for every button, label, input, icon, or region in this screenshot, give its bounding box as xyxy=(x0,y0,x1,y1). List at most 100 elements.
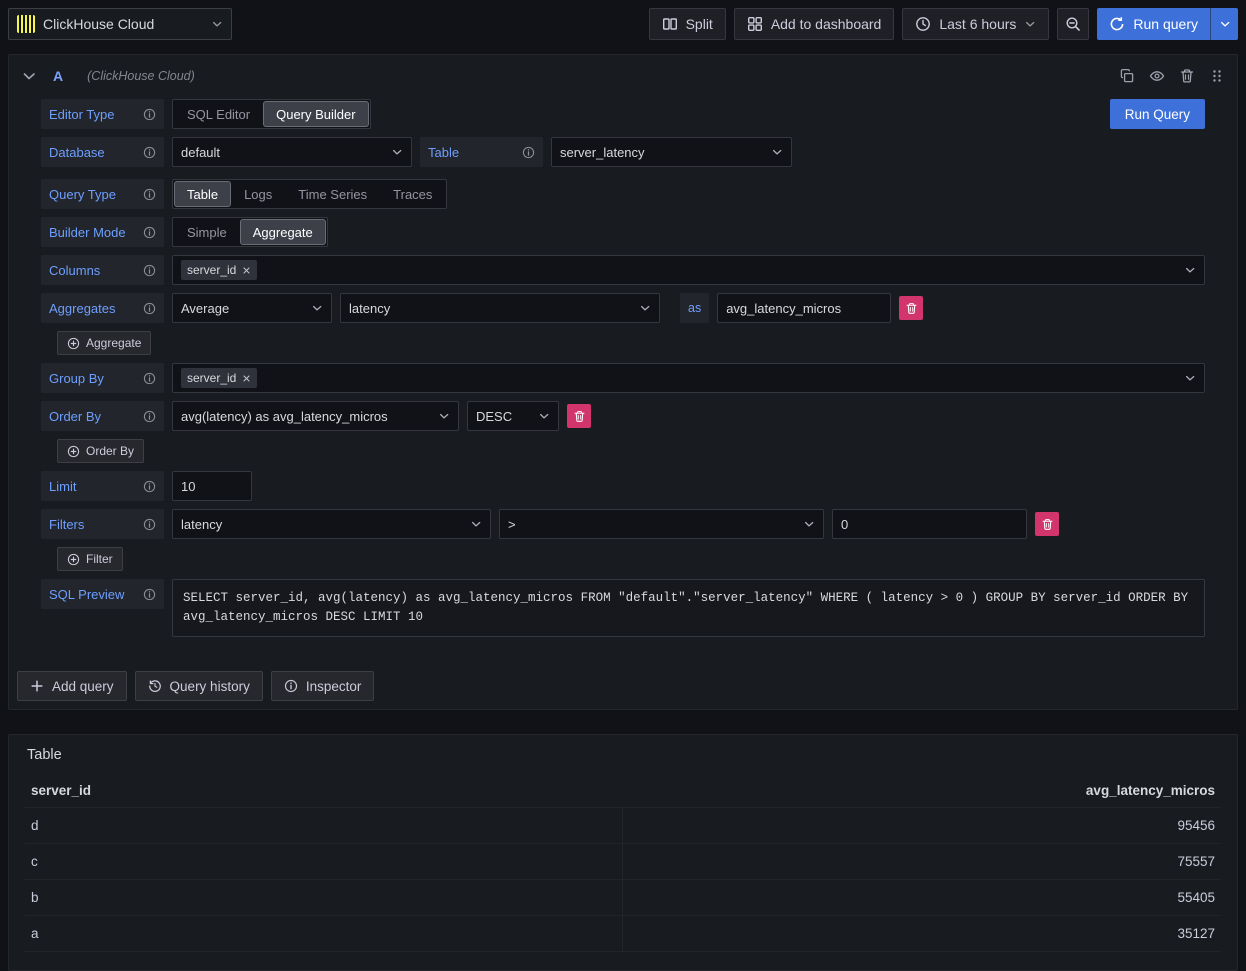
remove-tag-icon[interactable] xyxy=(242,374,251,383)
query-type-option-logs[interactable]: Logs xyxy=(232,182,284,206)
limit-label-text: Limit xyxy=(49,479,76,494)
aggregates-info-icon[interactable] xyxy=(143,302,156,315)
sync-icon xyxy=(1109,16,1125,32)
add-aggregate-label: Aggregate xyxy=(86,336,141,350)
group-by-label: Group By xyxy=(41,363,164,393)
table-info-icon[interactable] xyxy=(522,146,535,159)
run-query-split-button: Run query xyxy=(1097,8,1238,40)
panel-title: Table xyxy=(27,747,1221,763)
builder-mode-option-aggregate[interactable]: Aggregate xyxy=(241,220,325,244)
builder-mode-option-simple[interactable]: Simple xyxy=(175,220,239,244)
cell-avg-latency: 35127 xyxy=(623,916,1221,951)
query-type-info-icon[interactable] xyxy=(143,188,156,201)
time-range-picker[interactable]: Last 6 hours xyxy=(902,8,1049,40)
chevron-down-icon xyxy=(771,146,783,158)
remove-aggregate-button[interactable] xyxy=(899,296,923,320)
filter-operator-select[interactable]: > xyxy=(499,509,824,539)
table-row: c 75557 xyxy=(25,844,1221,880)
chevron-down-icon xyxy=(1184,264,1196,276)
add-order-by-button[interactable]: Order By xyxy=(57,439,144,463)
columns-icon xyxy=(662,16,678,32)
datasource-picker[interactable]: ClickHouse Cloud xyxy=(8,8,232,40)
filter-value-input[interactable]: 0 xyxy=(832,509,1027,539)
order-by-row: Order By avg(latency) as avg_latency_mic… xyxy=(41,401,1205,431)
add-aggregate-row: Aggregate xyxy=(41,331,1205,355)
editor-type-option-query-builder[interactable]: Query Builder xyxy=(264,102,367,126)
run-query-button[interactable]: Run query xyxy=(1097,8,1210,40)
chevron-down-icon xyxy=(803,518,815,530)
run-query-interval-dropdown[interactable] xyxy=(1210,8,1238,40)
remove-filter-button[interactable] xyxy=(1035,512,1059,536)
add-to-dashboard-button[interactable]: Add to dashboard xyxy=(734,8,895,40)
editor-type-info-icon[interactable] xyxy=(143,108,156,121)
chevron-down-icon xyxy=(311,302,323,314)
group-by-multiselect[interactable]: server_id xyxy=(172,363,1205,393)
chevron-down-icon xyxy=(1184,372,1196,384)
plus-circle-icon xyxy=(67,553,80,566)
zoom-out-time-button[interactable] xyxy=(1057,8,1089,40)
columns-multiselect[interactable]: server_id xyxy=(172,255,1205,285)
database-info-icon[interactable] xyxy=(143,146,156,159)
limit-info-icon[interactable] xyxy=(143,480,156,493)
add-filter-button[interactable]: Filter xyxy=(57,547,123,571)
zoom-out-icon xyxy=(1065,16,1081,32)
query-type-toggle: Table Logs Time Series Traces xyxy=(172,179,447,209)
aggregate-function-select[interactable]: Average xyxy=(172,293,332,323)
builder-mode-info-icon[interactable] xyxy=(143,226,156,239)
aggregate-column-select[interactable]: latency xyxy=(340,293,660,323)
duplicate-query-button[interactable] xyxy=(1119,68,1135,84)
split-button[interactable]: Split xyxy=(649,8,726,40)
remove-query-button[interactable] xyxy=(1179,68,1195,84)
builder-mode-toggle: Simple Aggregate xyxy=(172,217,328,247)
copy-icon xyxy=(1119,68,1135,84)
add-query-button[interactable]: Add query xyxy=(17,671,127,701)
add-aggregate-button[interactable]: Aggregate xyxy=(57,331,151,355)
table-header-row: server_id avg_latency_micros xyxy=(25,783,1221,808)
order-by-direction-select[interactable]: DESC xyxy=(467,401,559,431)
filters-label: Filters xyxy=(41,509,164,539)
sql-preview-info-icon[interactable] xyxy=(143,588,156,601)
explore-toolbar: ClickHouse Cloud Split Add to dashboard … xyxy=(0,0,1246,48)
query-builder-body: Editor Type SQL Editor Query Builder Run… xyxy=(9,97,1237,637)
table-row: a 35127 xyxy=(25,916,1221,952)
filters-info-icon[interactable] xyxy=(143,518,156,531)
limit-input[interactable]: 10 xyxy=(172,471,252,501)
columns-info-icon[interactable] xyxy=(143,264,156,277)
query-ref-id[interactable]: A xyxy=(53,68,63,84)
editor-type-row: Editor Type SQL Editor Query Builder Run… xyxy=(41,99,1205,129)
sql-preview-label: SQL Preview xyxy=(41,579,164,609)
query-type-label-text: Query Type xyxy=(49,187,116,202)
aggregate-alias-input[interactable]: avg_latency_micros xyxy=(717,293,891,323)
chevron-down-icon xyxy=(639,302,651,314)
collapse-query-row-button[interactable] xyxy=(21,68,37,84)
plus-circle-icon xyxy=(67,337,80,350)
inspector-button[interactable]: Inspector xyxy=(271,671,375,701)
query-type-option-traces[interactable]: Traces xyxy=(381,182,444,206)
table-header-avg-latency-micros[interactable]: avg_latency_micros xyxy=(623,783,1221,798)
explore-query-footer: Add query Query history Inspector xyxy=(9,645,1237,709)
order-by-info-icon[interactable] xyxy=(143,410,156,423)
aggregate-function-value: Average xyxy=(181,301,229,316)
table-select[interactable]: server_latency xyxy=(551,137,792,167)
query-history-button[interactable]: Query history xyxy=(135,671,263,701)
database-select[interactable]: default xyxy=(172,137,412,167)
editor-type-label: Editor Type xyxy=(41,99,164,129)
remove-order-by-button[interactable] xyxy=(567,404,591,428)
columns-row: Columns server_id xyxy=(41,255,1205,285)
disable-query-button[interactable] xyxy=(1149,68,1165,84)
table-header-server-id[interactable]: server_id xyxy=(25,783,623,798)
results-table: server_id avg_latency_micros d 95456 c 7… xyxy=(25,783,1221,952)
remove-tag-icon[interactable] xyxy=(242,266,251,275)
drag-query-handle[interactable] xyxy=(1209,68,1225,84)
order-by-field-select[interactable]: avg(latency) as avg_latency_micros xyxy=(172,401,459,431)
group-by-row: Group By server_id xyxy=(41,363,1205,393)
aggregates-row: Aggregates Average latency as avg_latenc… xyxy=(41,293,1205,323)
editor-type-option-sql-editor[interactable]: SQL Editor xyxy=(175,102,262,126)
query-type-option-table[interactable]: Table xyxy=(175,182,230,206)
run-query-inline-button[interactable]: Run Query xyxy=(1110,99,1205,129)
datasource-name: ClickHouse Cloud xyxy=(43,16,203,32)
query-type-option-time-series[interactable]: Time Series xyxy=(286,182,379,206)
filter-column-select[interactable]: latency xyxy=(172,509,491,539)
group-by-info-icon[interactable] xyxy=(143,372,156,385)
limit-row: Limit 10 xyxy=(41,471,1205,501)
